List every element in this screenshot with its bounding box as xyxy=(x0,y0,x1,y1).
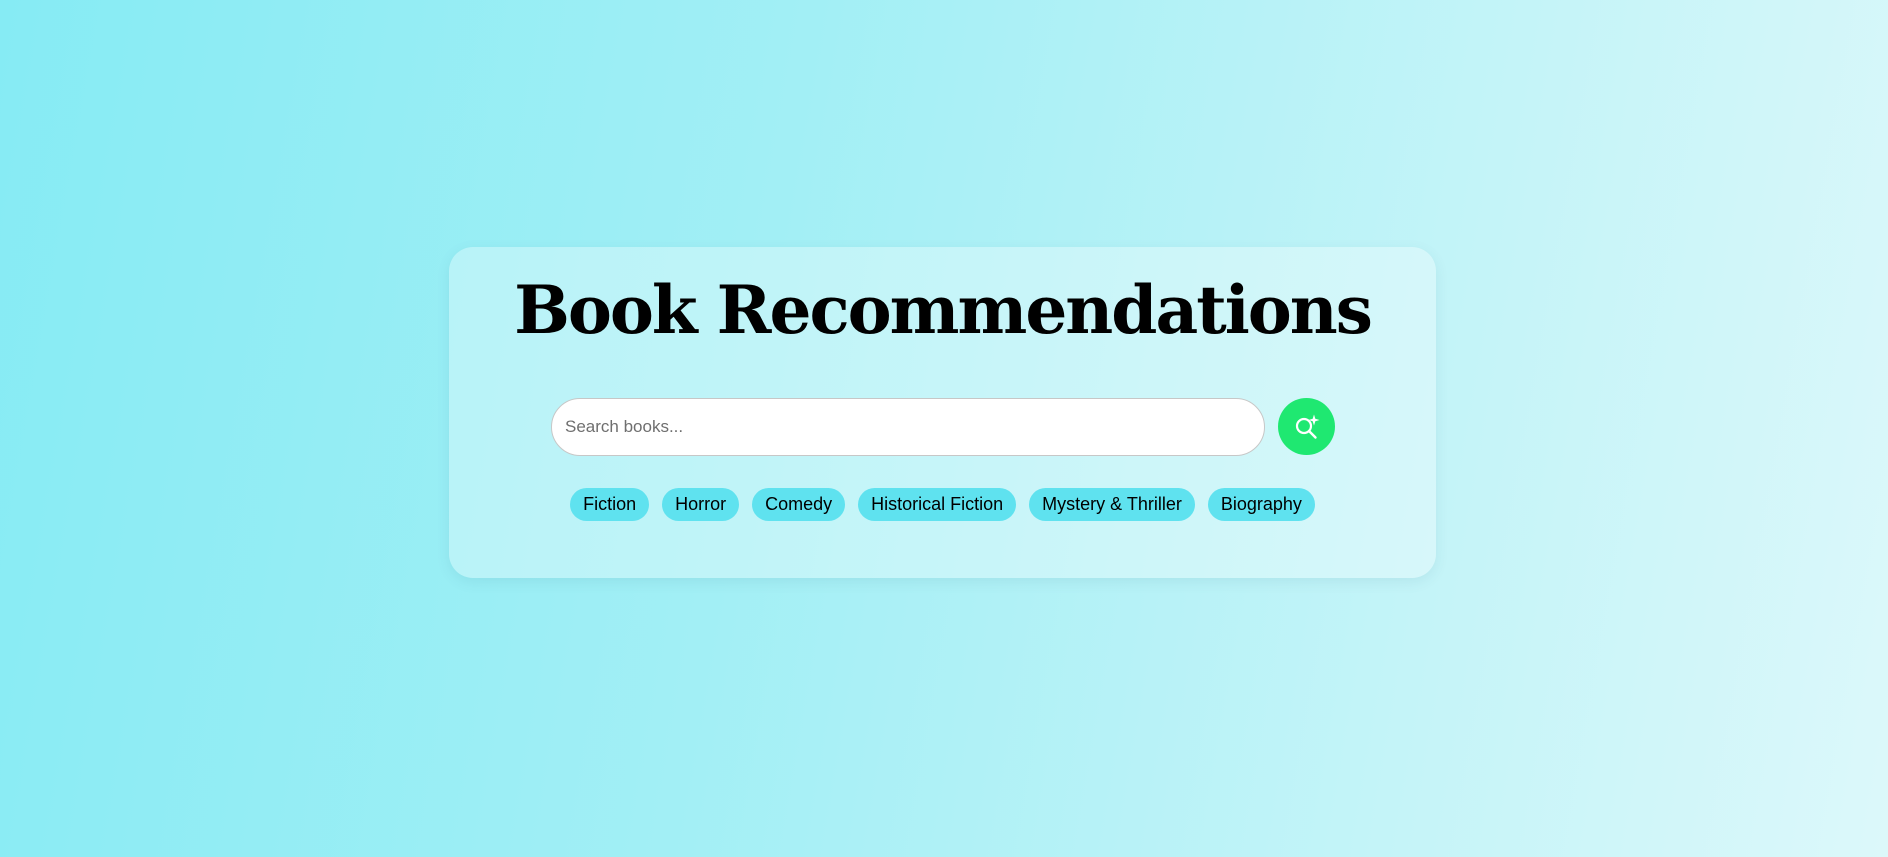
sparkle-search-icon xyxy=(1295,414,1319,439)
page: { "header": { "title": "Book Recommendat… xyxy=(0,0,1888,857)
recommendation-card: Book Recommendations Fiction Horror Come… xyxy=(449,247,1436,578)
page-title: Book Recommendations xyxy=(514,271,1373,349)
search-button[interactable] xyxy=(1278,398,1335,455)
genre-tag-biography[interactable]: Biography xyxy=(1207,488,1315,521)
genre-tag-comedy[interactable]: Comedy xyxy=(752,488,846,521)
genre-tag-horror[interactable]: Horror xyxy=(662,488,740,521)
genre-tag-list: Fiction Horror Comedy Historical Fiction… xyxy=(449,488,1436,521)
genre-tag-mystery-thriller[interactable]: Mystery & Thriller xyxy=(1029,488,1195,521)
genre-tag-historical-fiction[interactable]: Historical Fiction xyxy=(858,488,1017,521)
genre-tag-fiction[interactable]: Fiction xyxy=(570,488,650,521)
search-input[interactable] xyxy=(551,398,1265,456)
